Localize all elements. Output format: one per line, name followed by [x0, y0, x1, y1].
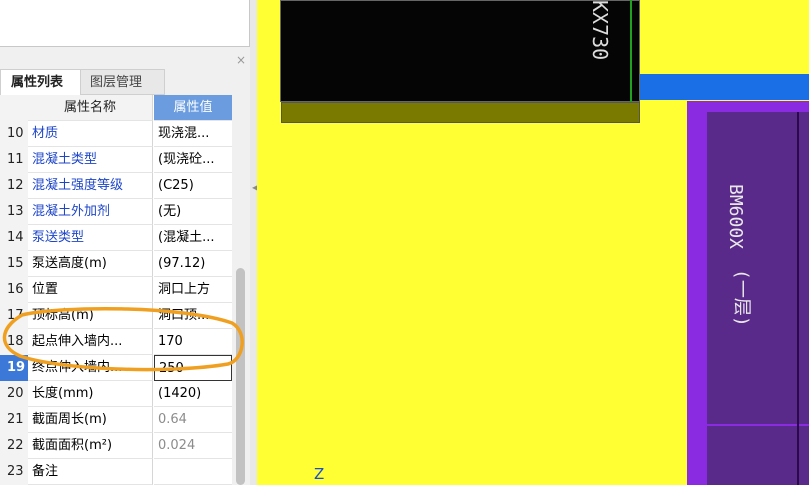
purple-fill-lower: [707, 426, 809, 485]
row-number[interactable]: 22: [0, 433, 28, 459]
purple-inner-line: [797, 112, 799, 485]
property-grid: 属性名称 属性值 10 材质 现浇混... 11 混凝土类型 (现浇砼... 12 混凝土强度…: [0, 95, 232, 485]
property-name[interactable]: 位置: [28, 277, 153, 303]
table-row[interactable]: 23 备注: [0, 459, 232, 485]
property-name[interactable]: 泵送高度(m): [28, 251, 153, 277]
property-value[interactable]: 0.024: [154, 433, 232, 459]
header-name: 属性名称: [28, 95, 153, 121]
close-icon[interactable]: ×: [236, 54, 246, 66]
row-number[interactable]: 13: [0, 199, 28, 225]
property-value[interactable]: 现浇混...: [154, 121, 232, 147]
property-value[interactable]: (现浇砼...: [154, 147, 232, 173]
property-value[interactable]: 洞口上方: [154, 277, 232, 303]
table-row[interactable]: 15 泵送高度(m) (97.12): [0, 251, 232, 277]
table-row[interactable]: 10 材质 现浇混...: [0, 121, 232, 147]
property-value[interactable]: 0.64: [154, 407, 232, 433]
property-name[interactable]: 混凝土类型: [28, 147, 153, 173]
green-axis-line: [630, 0, 632, 102]
scrollbar-thumb[interactable]: [236, 268, 245, 485]
table-row[interactable]: 17 顶标高(m) 洞口顶...: [0, 303, 232, 329]
table-row[interactable]: 11 混凝土类型 (现浇砼...: [0, 147, 232, 173]
property-name[interactable]: 顶标高(m): [28, 303, 153, 329]
table-row[interactable]: 21 截面周长(m) 0.64: [0, 407, 232, 433]
panel-tabs: 属性列表 图层管理: [0, 69, 250, 95]
header-num-cell: [0, 95, 28, 121]
beam-olive[interactable]: [281, 102, 640, 123]
table-row[interactable]: 16 位置 洞口上方: [0, 277, 232, 303]
property-value[interactable]: (无): [154, 199, 232, 225]
property-name[interactable]: 材质: [28, 121, 153, 147]
property-value[interactable]: (97.12): [154, 251, 232, 277]
property-value[interactable]: (1420): [154, 381, 232, 407]
table-row[interactable]: 14 泵送类型 (混凝土...: [0, 225, 232, 251]
row-number[interactable]: 17: [0, 303, 28, 329]
property-value[interactable]: 170: [154, 329, 232, 355]
panel-top-area: [0, 0, 250, 47]
row-number[interactable]: 16: [0, 277, 28, 303]
table-row[interactable]: 13 混凝土外加剂 (无): [0, 199, 232, 225]
drawing-canvas[interactable]: KX730 BM600X (一层) Z: [257, 0, 809, 485]
row-number[interactable]: 21: [0, 407, 28, 433]
property-name[interactable]: 起点伸入墙内...: [28, 329, 153, 355]
row-number[interactable]: 15: [0, 251, 28, 277]
table-row[interactable]: 19 终点伸入墙内... 250: [0, 355, 232, 381]
row-number[interactable]: 18: [0, 329, 28, 355]
grid-header: 属性名称 属性值: [0, 95, 232, 121]
row-number[interactable]: 11: [0, 147, 28, 173]
property-name[interactable]: 截面周长(m): [28, 407, 153, 433]
beam-label-right-2: (一层): [731, 269, 752, 327]
axis-label-z: Z: [314, 465, 325, 483]
property-name[interactable]: 备注: [28, 459, 153, 485]
table-row[interactable]: 18 起点伸入墙内... 170: [0, 329, 232, 355]
row-number[interactable]: 19: [0, 355, 28, 381]
property-name[interactable]: 终点伸入墙内...: [28, 355, 153, 381]
property-value[interactable]: (C25): [154, 173, 232, 199]
table-row[interactable]: 20 长度(mm) (1420): [0, 381, 232, 407]
property-name[interactable]: 混凝土外加剂: [28, 199, 153, 225]
beam-label-top: KX730: [588, 0, 612, 61]
property-value[interactable]: 洞口顶...: [154, 303, 232, 329]
row-number[interactable]: 10: [0, 121, 28, 147]
property-panel: × 属性列表 图层管理 属性名称 属性值 10 材质 现浇混... 11 混凝土类型 (现…: [0, 0, 250, 485]
row-number[interactable]: 20: [0, 381, 28, 407]
tab-property-list[interactable]: 属性列表: [0, 69, 81, 95]
property-name[interactable]: 泵送类型: [28, 225, 153, 251]
header-value: 属性值: [154, 95, 232, 121]
property-value[interactable]: [154, 459, 232, 485]
splitter[interactable]: [250, 0, 257, 485]
tab-layer-management[interactable]: 图层管理: [81, 69, 165, 95]
row-number[interactable]: 23: [0, 459, 28, 485]
property-name[interactable]: 混凝土强度等级: [28, 173, 153, 199]
property-value[interactable]: 250: [154, 355, 232, 381]
property-name[interactable]: 截面面积(m²): [28, 433, 153, 459]
row-number[interactable]: 12: [0, 173, 28, 199]
beam-label-right-1: BM600X: [725, 184, 746, 250]
table-row[interactable]: 12 混凝土强度等级 (C25): [0, 173, 232, 199]
beam-blue[interactable]: [640, 74, 809, 100]
row-number[interactable]: 14: [0, 225, 28, 251]
property-value[interactable]: (混凝土...: [154, 225, 232, 251]
property-name[interactable]: 长度(mm): [28, 381, 153, 407]
table-row[interactable]: 22 截面面积(m²) 0.024: [0, 433, 232, 459]
